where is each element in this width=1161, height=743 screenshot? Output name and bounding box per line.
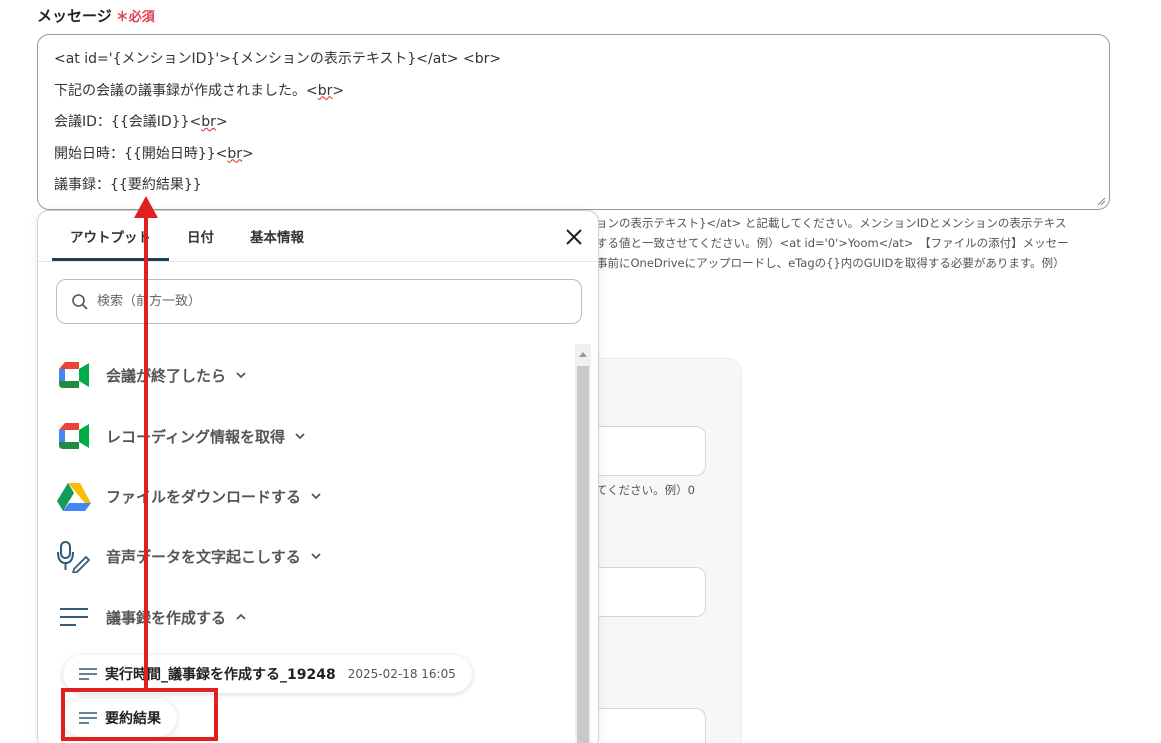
resize-handle-icon[interactable] bbox=[1096, 196, 1106, 206]
message-textarea[interactable]: <at id='{メンションID}'>{メンションの表示テキスト}</at> <… bbox=[37, 34, 1110, 210]
message-line-2-text: 下記の会議の議事録が作成されました。 bbox=[54, 82, 306, 99]
output-picker-panel: アウトプット 日付 基本情報 検索（前方一致） 会議が終了したら レコーディング… bbox=[37, 210, 599, 743]
text-lines-icon bbox=[79, 668, 97, 680]
tab-basic-info[interactable]: 基本情報 bbox=[232, 211, 322, 261]
output-group-create-minutes[interactable]: 議事録を作成する bbox=[56, 597, 248, 637]
output-group-get-recording[interactable]: レコーディング情報を取得 bbox=[56, 416, 307, 456]
panel-tabs: アウトプット 日付 基本情報 bbox=[52, 211, 322, 261]
text-lines-icon bbox=[56, 599, 92, 635]
help-text-line-2: する値と一致させてください。例）<at id='0'>Yoom</at> 【ファ… bbox=[596, 236, 1069, 250]
help-text-line-1: ョンの表示テキスト}</at> と記載してください。メンションIDとメンションの… bbox=[596, 216, 1067, 230]
group-label: ファイルをダウンロードする bbox=[106, 487, 302, 506]
search-icon bbox=[72, 293, 88, 310]
output-item-summary-result[interactable]: 要約結果 bbox=[63, 699, 177, 737]
chevron-down-icon bbox=[311, 553, 321, 560]
group-label: 会議が終了したら bbox=[106, 366, 227, 385]
close-icon[interactable] bbox=[562, 225, 586, 249]
scrollbar[interactable] bbox=[575, 344, 591, 743]
output-group-transcribe[interactable]: 音声データを文字起こしする bbox=[56, 536, 323, 576]
google-meet-icon bbox=[56, 357, 92, 393]
message-line-4: 開始日時：{{開始日時}}<br> bbox=[54, 145, 254, 162]
spellcheck-word: br bbox=[201, 114, 216, 130]
search-input[interactable] bbox=[97, 294, 517, 309]
output-group-download-file[interactable]: ファイルをダウンロードする bbox=[56, 476, 323, 516]
output-item-date: 2025-02-18 16:05 bbox=[347, 667, 456, 681]
chevron-down-icon bbox=[295, 433, 305, 440]
spellcheck-word: br bbox=[227, 145, 243, 162]
help-text-line-3: 事前にOneDriveにアップロードし、eTagの{}内のGUIDを取得する必要… bbox=[596, 256, 1065, 270]
scroll-up-icon[interactable] bbox=[579, 352, 587, 357]
text-lines-icon bbox=[79, 712, 97, 724]
message-line-1: <at id='{メンションID}'>{メンションの表示テキスト}</at> <… bbox=[54, 51, 502, 67]
scroll-thumb[interactable] bbox=[577, 366, 589, 743]
message-line-3: 会議ID：{{会議ID}}<br> bbox=[54, 114, 228, 130]
spellcheck-word: br bbox=[317, 82, 333, 99]
tab-date[interactable]: 日付 bbox=[169, 211, 232, 261]
output-item-label: 要約結果 bbox=[105, 711, 161, 727]
chevron-down-icon bbox=[236, 372, 246, 379]
background-hint: てください。例）0 bbox=[596, 483, 695, 497]
tab-output[interactable]: アウトプット bbox=[52, 211, 169, 261]
tabs-divider bbox=[38, 261, 598, 262]
chevron-down-icon bbox=[311, 493, 321, 500]
microphone-icon bbox=[56, 538, 92, 574]
group-label: 音声データを文字起こしする bbox=[106, 547, 301, 566]
message-line-3-text: 会議ID：{{会議ID}} bbox=[54, 114, 190, 130]
output-group-meeting-ended[interactable]: 会議が終了したら bbox=[56, 355, 248, 395]
message-field-label: メッセージ ＊必須 bbox=[37, 5, 155, 26]
search-field[interactable] bbox=[56, 279, 582, 324]
message-line-5: 議事録：{{要約結果}} bbox=[54, 177, 202, 193]
group-label: 議事録を作成する bbox=[106, 608, 227, 627]
chevron-up-icon bbox=[236, 613, 246, 620]
google-meet-icon bbox=[56, 418, 92, 454]
field-label-text: メッセージ bbox=[37, 7, 112, 25]
group-label: レコーディング情報を取得 bbox=[106, 427, 285, 446]
required-badge: ＊必須 bbox=[115, 10, 155, 25]
message-line-4-text: 開始日時：{{開始日時}} bbox=[54, 145, 216, 162]
google-drive-icon bbox=[56, 478, 92, 514]
output-item-label: 実行時間_議事録を作成する_19248 bbox=[105, 667, 336, 683]
help-text: ョンの表示テキスト}</at> と記載してください。メンションIDとメンションの… bbox=[596, 213, 1111, 273]
output-item-execution-time[interactable]: 実行時間_議事録を作成する_19248 2025-02-18 16:05 bbox=[63, 655, 472, 693]
message-line-2: 下記の会議の議事録が作成されました。<br> bbox=[54, 82, 345, 99]
